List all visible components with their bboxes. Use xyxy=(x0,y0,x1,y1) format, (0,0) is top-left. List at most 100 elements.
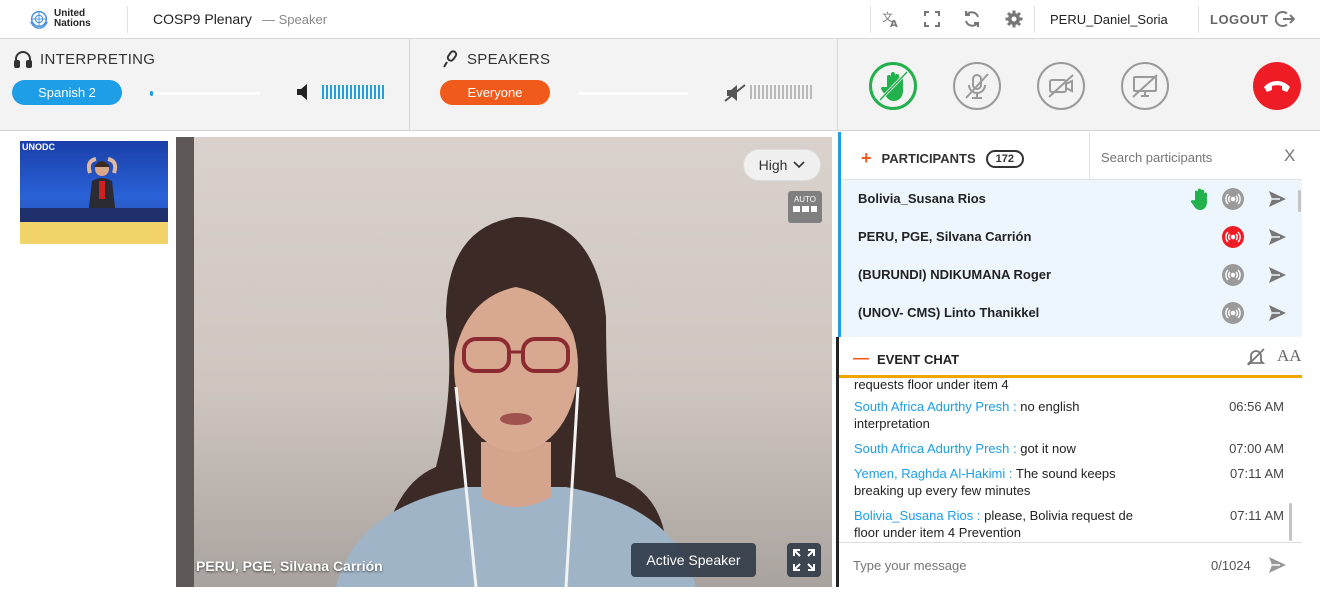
chat-message-author[interactable]: South Africa Adurthy Presh : xyxy=(854,399,1017,414)
control-bar: INTERPRETING Spanish 2 SPEAKERS Everyone xyxy=(0,39,1320,131)
video-frame-edge xyxy=(176,137,194,587)
speaker-video-image xyxy=(336,217,696,587)
chat-message-text: got it now xyxy=(1020,441,1076,456)
volume-bar xyxy=(374,85,376,99)
chat-title: EVENT CHAT xyxy=(877,351,960,367)
chat-message-author[interactable]: Bolivia_Susana Rios : xyxy=(854,508,980,523)
volume-bar xyxy=(778,85,780,99)
chat-input-row: 0/1024 xyxy=(839,542,1302,587)
volume-bar xyxy=(358,85,360,99)
participants-close-button[interactable]: X xyxy=(1284,146,1295,166)
interpreting-input-level[interactable] xyxy=(150,91,260,96)
participant-row[interactable]: (UNOV- CMS) Linto Thanikkel xyxy=(841,294,1296,332)
mute-microphone-button[interactable] xyxy=(953,62,1001,110)
chat-send-icon[interactable] xyxy=(1267,555,1287,575)
volume-bar xyxy=(382,85,384,99)
broadcast-icon xyxy=(1225,193,1241,205)
participant-audio-button[interactable] xyxy=(1222,188,1244,210)
video-quality-select[interactable]: High xyxy=(743,149,821,181)
thumbnail-banner xyxy=(20,222,168,244)
chat-message-body: South Africa Adurthy Presh : no english … xyxy=(854,398,1149,432)
speaker-muted-icon[interactable] xyxy=(724,83,746,103)
participant-audio-button[interactable] xyxy=(1222,302,1244,324)
active-speaker-button[interactable]: Active Speaker xyxy=(631,543,756,577)
chat-message-author[interactable]: Yemen, Raghda Al-Hakimi : xyxy=(854,466,1013,481)
interpreting-section-title: INTERPRETING xyxy=(14,50,155,68)
volume-bar xyxy=(802,85,804,99)
chat-message-input[interactable] xyxy=(853,555,1153,575)
interpreting-language-select[interactable]: Spanish 2 xyxy=(12,80,122,105)
speaker-volume-icon[interactable] xyxy=(295,83,313,101)
participant-row[interactable]: Bolivia_Susana Rios xyxy=(841,180,1296,218)
un-logo-text: United Nations xyxy=(54,8,91,29)
chat-message: South Africa Adurthy Presh : no english … xyxy=(854,398,1294,432)
send-message-icon[interactable] xyxy=(1267,303,1287,323)
send-message-icon[interactable] xyxy=(1267,189,1287,209)
participant-name: (UNOV- CMS) Linto Thanikkel xyxy=(858,305,1040,320)
speakers-volume-bars[interactable] xyxy=(750,85,812,99)
chat-message: Yemen, Raghda Al-Hakimi : The sound keep… xyxy=(854,465,1294,499)
participant-row[interactable]: PERU, PGE, Silvana Carrión xyxy=(841,218,1296,256)
fullscreen-icon[interactable] xyxy=(921,8,943,30)
broadcast-icon xyxy=(1225,307,1241,319)
chat-notification-mute-icon[interactable] xyxy=(1247,348,1265,366)
participant-row[interactable]: (BURUNDI) NDIKUMANA Roger xyxy=(841,256,1296,294)
volume-bar xyxy=(346,85,348,99)
headphones-icon xyxy=(14,51,32,68)
refresh-icon[interactable] xyxy=(961,8,983,30)
participant-thumbnail[interactable]: UNODC xyxy=(20,141,168,244)
volume-bar xyxy=(750,85,752,99)
interpreting-volume-bars[interactable] xyxy=(322,85,384,99)
volume-bar xyxy=(338,85,340,99)
auto-layout-button[interactable]: AUTO xyxy=(788,191,822,223)
chat-message-body: Bolivia_Susana Rios : please, Bolivia re… xyxy=(854,507,1149,541)
chat-message: Bolivia_Susana Rios : please, Bolivia re… xyxy=(854,507,1294,541)
control-divider xyxy=(837,39,838,131)
speakers-audience-select[interactable]: Everyone xyxy=(440,80,550,105)
send-message-icon[interactable] xyxy=(1267,227,1287,247)
volume-bar xyxy=(370,85,372,99)
participant-name: Bolivia_Susana Rios xyxy=(858,191,986,206)
volume-bar xyxy=(758,85,760,99)
chat-toggle[interactable]: — EVENT CHAT xyxy=(853,350,959,368)
participant-audio-button[interactable] xyxy=(1222,264,1244,286)
interpreting-title: INTERPRETING xyxy=(40,50,156,68)
logout-button[interactable]: LOGOUT xyxy=(1210,10,1295,28)
chat-message: South Africa Adurthy Presh : got it now 0… xyxy=(854,440,1294,457)
username-label[interactable]: PERU_Daniel_Soria xyxy=(1050,12,1168,27)
translate-icon[interactable]: 文A xyxy=(880,8,902,30)
chat-font-size-button[interactable]: AA xyxy=(1277,346,1302,366)
collapse-minus-icon: — xyxy=(853,350,869,367)
chat-message-partial: requests floor under item 4 xyxy=(854,378,1294,393)
participant-name: PERU, PGE, Silvana Carrión xyxy=(858,229,1032,244)
speakers-input-level[interactable] xyxy=(578,92,688,95)
participant-audio-button[interactable] xyxy=(1222,226,1244,248)
microphone-off-icon xyxy=(965,73,989,99)
volume-bar xyxy=(378,85,380,99)
participants-search-input[interactable] xyxy=(1101,147,1271,167)
leave-call-button[interactable] xyxy=(1253,62,1301,110)
chat-message-author[interactable]: South Africa Adurthy Presh : xyxy=(854,441,1017,456)
screen-share-button[interactable] xyxy=(1121,62,1169,110)
expand-plus-icon: + xyxy=(861,148,872,168)
participants-scrollbar[interactable] xyxy=(1298,190,1301,212)
main-video[interactable]: High AUTO PERU, PGE, Silvana Carrión Act… xyxy=(176,137,832,587)
chat-message-time: 07:00 AM xyxy=(1229,441,1284,456)
screen-share-off-icon xyxy=(1132,74,1158,98)
participants-search-divider xyxy=(1089,132,1090,180)
video-fullscreen-button[interactable] xyxy=(787,543,821,577)
volume-bar xyxy=(350,85,352,99)
topbar-divider xyxy=(1034,6,1035,33)
camera-toggle-button[interactable] xyxy=(1037,62,1085,110)
send-message-icon[interactable] xyxy=(1267,265,1287,285)
topbar-divider xyxy=(127,6,128,33)
volume-bar xyxy=(366,85,368,99)
gear-icon[interactable] xyxy=(1003,8,1025,30)
volume-bar xyxy=(806,85,808,99)
volume-bar xyxy=(334,85,336,99)
volume-bar xyxy=(330,85,332,99)
raise-hand-button[interactable] xyxy=(869,62,917,110)
chat-message-time: 07:11 AM xyxy=(1230,466,1284,481)
participants-toggle[interactable]: + PARTICIPANTS 172 xyxy=(861,148,1025,169)
event-role: — Speaker xyxy=(262,12,328,27)
